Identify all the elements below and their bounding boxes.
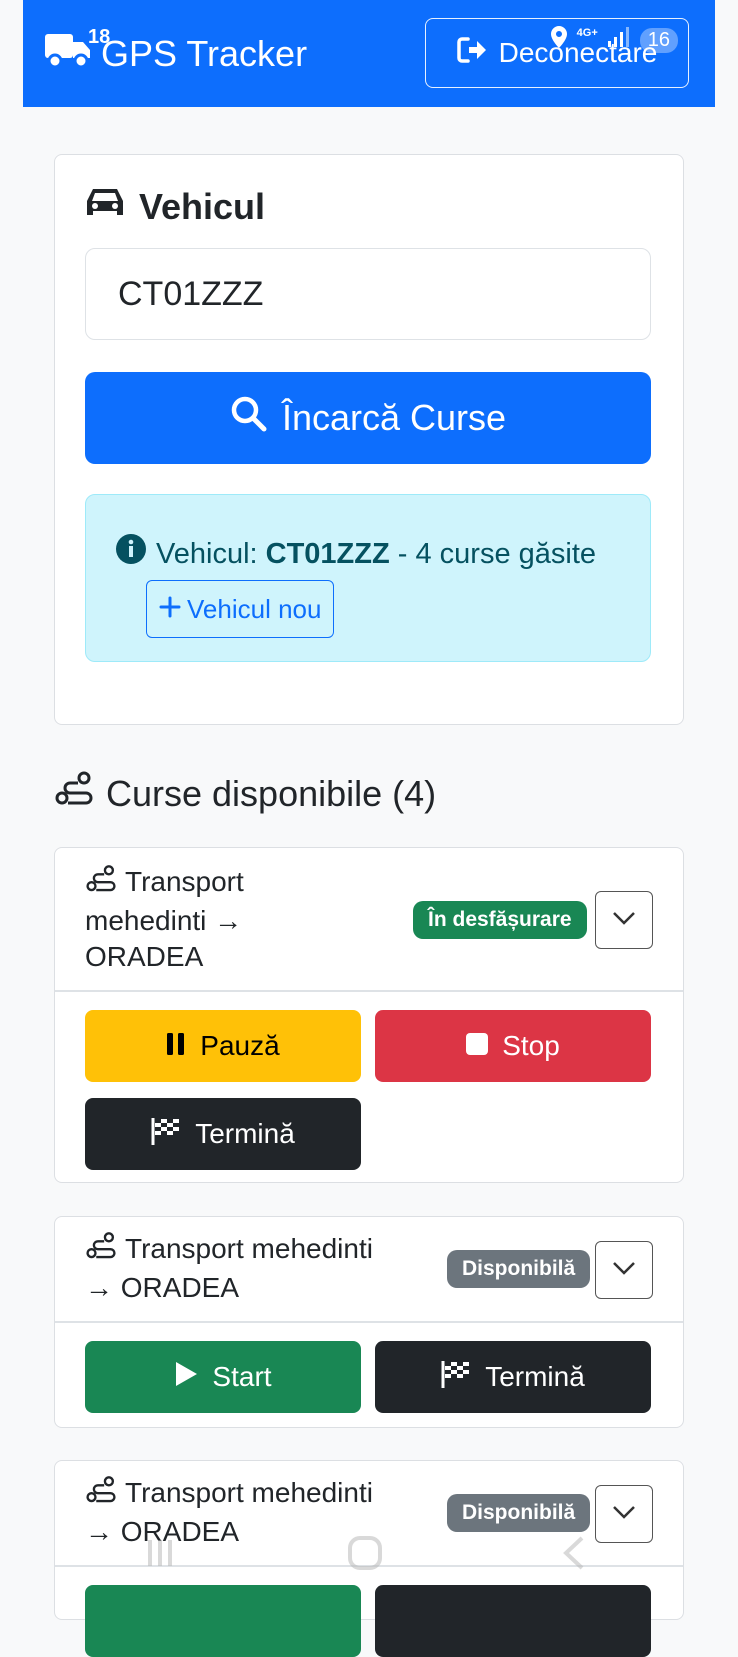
route-icon: [85, 864, 117, 903]
route-icon: [85, 1231, 117, 1270]
top-navbar: GPS Tracker Deconectare: [23, 0, 715, 107]
load-trips-button[interactable]: Încarcă Curse: [85, 372, 651, 464]
trips-section-label: Curse disponibile (4): [106, 772, 437, 814]
trip-card: Transport mehedinti → ORADEA Disponibilă: [54, 1460, 684, 1657]
pause-icon: [166, 1030, 186, 1062]
stop-icon: [466, 1030, 489, 1062]
chevron-down-icon: [612, 911, 636, 930]
stop-button[interactable]: Stop: [375, 1010, 651, 1082]
trip-route-line2: mehedinti →: [85, 905, 243, 936]
trip-route: Transport mehedinti → ORADEA: [85, 1475, 373, 1550]
flag-checkered-icon: [441, 1360, 471, 1395]
start-button[interactable]: Start: [85, 1341, 361, 1413]
trip-header: Transport mehedinti → ORADEA Disponibilă: [55, 1217, 683, 1323]
new-vehicle-label: Vehicul nou: [187, 594, 322, 625]
pause-button[interactable]: Pauză: [85, 1010, 361, 1082]
finish-label: Termină: [485, 1361, 585, 1392]
trip-route-line1: Transport: [125, 866, 244, 897]
expand-button[interactable]: [595, 891, 653, 949]
finish-label: Termină: [195, 1118, 295, 1149]
trip-route-line1: Transport mehedinti: [125, 1233, 373, 1264]
trip-header: Transport mehedinti → ORADEA Disponibilă: [55, 1461, 683, 1567]
vehicle-title-text: Vehicul: [139, 185, 266, 227]
chevron-down-icon: [612, 1505, 636, 1524]
info-icon: [116, 530, 146, 580]
new-vehicle-button[interactable]: Vehicul nou: [146, 580, 335, 639]
trip-route-line2: → ORADEA: [85, 1516, 240, 1547]
trip-card: Transport mehedinti → ORADEA Disponibilă…: [54, 1216, 684, 1428]
finish-button[interactable]: [375, 1585, 651, 1657]
trip-route: Transport mehedinti → ORADEA: [85, 864, 244, 975]
vehicle-info-alert: Vehicul: CT01ZZZ - 4 curse găsite Vehicu…: [85, 494, 651, 662]
sign-out-icon: [456, 36, 487, 70]
car-icon: [85, 185, 125, 228]
expand-button[interactable]: [595, 1241, 653, 1299]
vehicle-card: Vehicul Încarcă Curse Vehicul: CT01ZZZ -…: [54, 154, 684, 725]
start-label: Start: [212, 1361, 272, 1392]
search-icon: [230, 395, 268, 442]
expand-button[interactable]: [595, 1485, 653, 1543]
trip-route-line3: ORADEA: [85, 941, 204, 972]
route-icon: [85, 1475, 117, 1514]
trip-route: Transport mehedinti → ORADEA: [85, 1231, 373, 1306]
brand[interactable]: GPS Tracker: [45, 30, 307, 77]
finish-button[interactable]: Termină: [85, 1098, 361, 1170]
logout-button[interactable]: Deconectare: [425, 18, 689, 88]
info-suffix: - 4 curse găsite: [397, 538, 597, 570]
vehicle-input[interactable]: [85, 248, 651, 340]
status-badge: În desfășurare: [413, 901, 587, 939]
vehicle-card-title: Vehicul: [85, 185, 265, 228]
truck-icon: [45, 30, 91, 77]
status-badge: Disponibilă: [447, 1494, 591, 1532]
play-icon: [174, 1361, 198, 1394]
trip-header: Transport mehedinti → ORADEA În desfășur…: [55, 848, 683, 992]
pause-label: Pauză: [200, 1030, 280, 1061]
trips-section-title: Curse disponibile (4): [54, 770, 436, 817]
finish-button[interactable]: Termină: [375, 1341, 651, 1413]
route-icon: [54, 770, 94, 817]
logout-label: Deconectare: [498, 37, 658, 68]
status-badge: Disponibilă: [447, 1250, 591, 1288]
info-plate: CT01ZZZ: [265, 538, 390, 570]
trip-route-line2: → ORADEA: [85, 1272, 240, 1303]
trip-card: Transport mehedinti → ORADEA În desfășur…: [54, 847, 684, 1183]
trip-route-line1: Transport mehedinti: [125, 1477, 373, 1508]
chevron-down-icon: [612, 1261, 636, 1280]
stop-label: Stop: [502, 1030, 560, 1061]
start-button[interactable]: [85, 1585, 361, 1657]
info-prefix: Vehicul:: [156, 538, 258, 570]
plus-icon: [159, 581, 181, 637]
load-trips-label: Încarcă Curse: [281, 397, 507, 438]
brand-text: GPS Tracker: [101, 32, 308, 74]
flag-checkered-icon: [151, 1117, 181, 1152]
